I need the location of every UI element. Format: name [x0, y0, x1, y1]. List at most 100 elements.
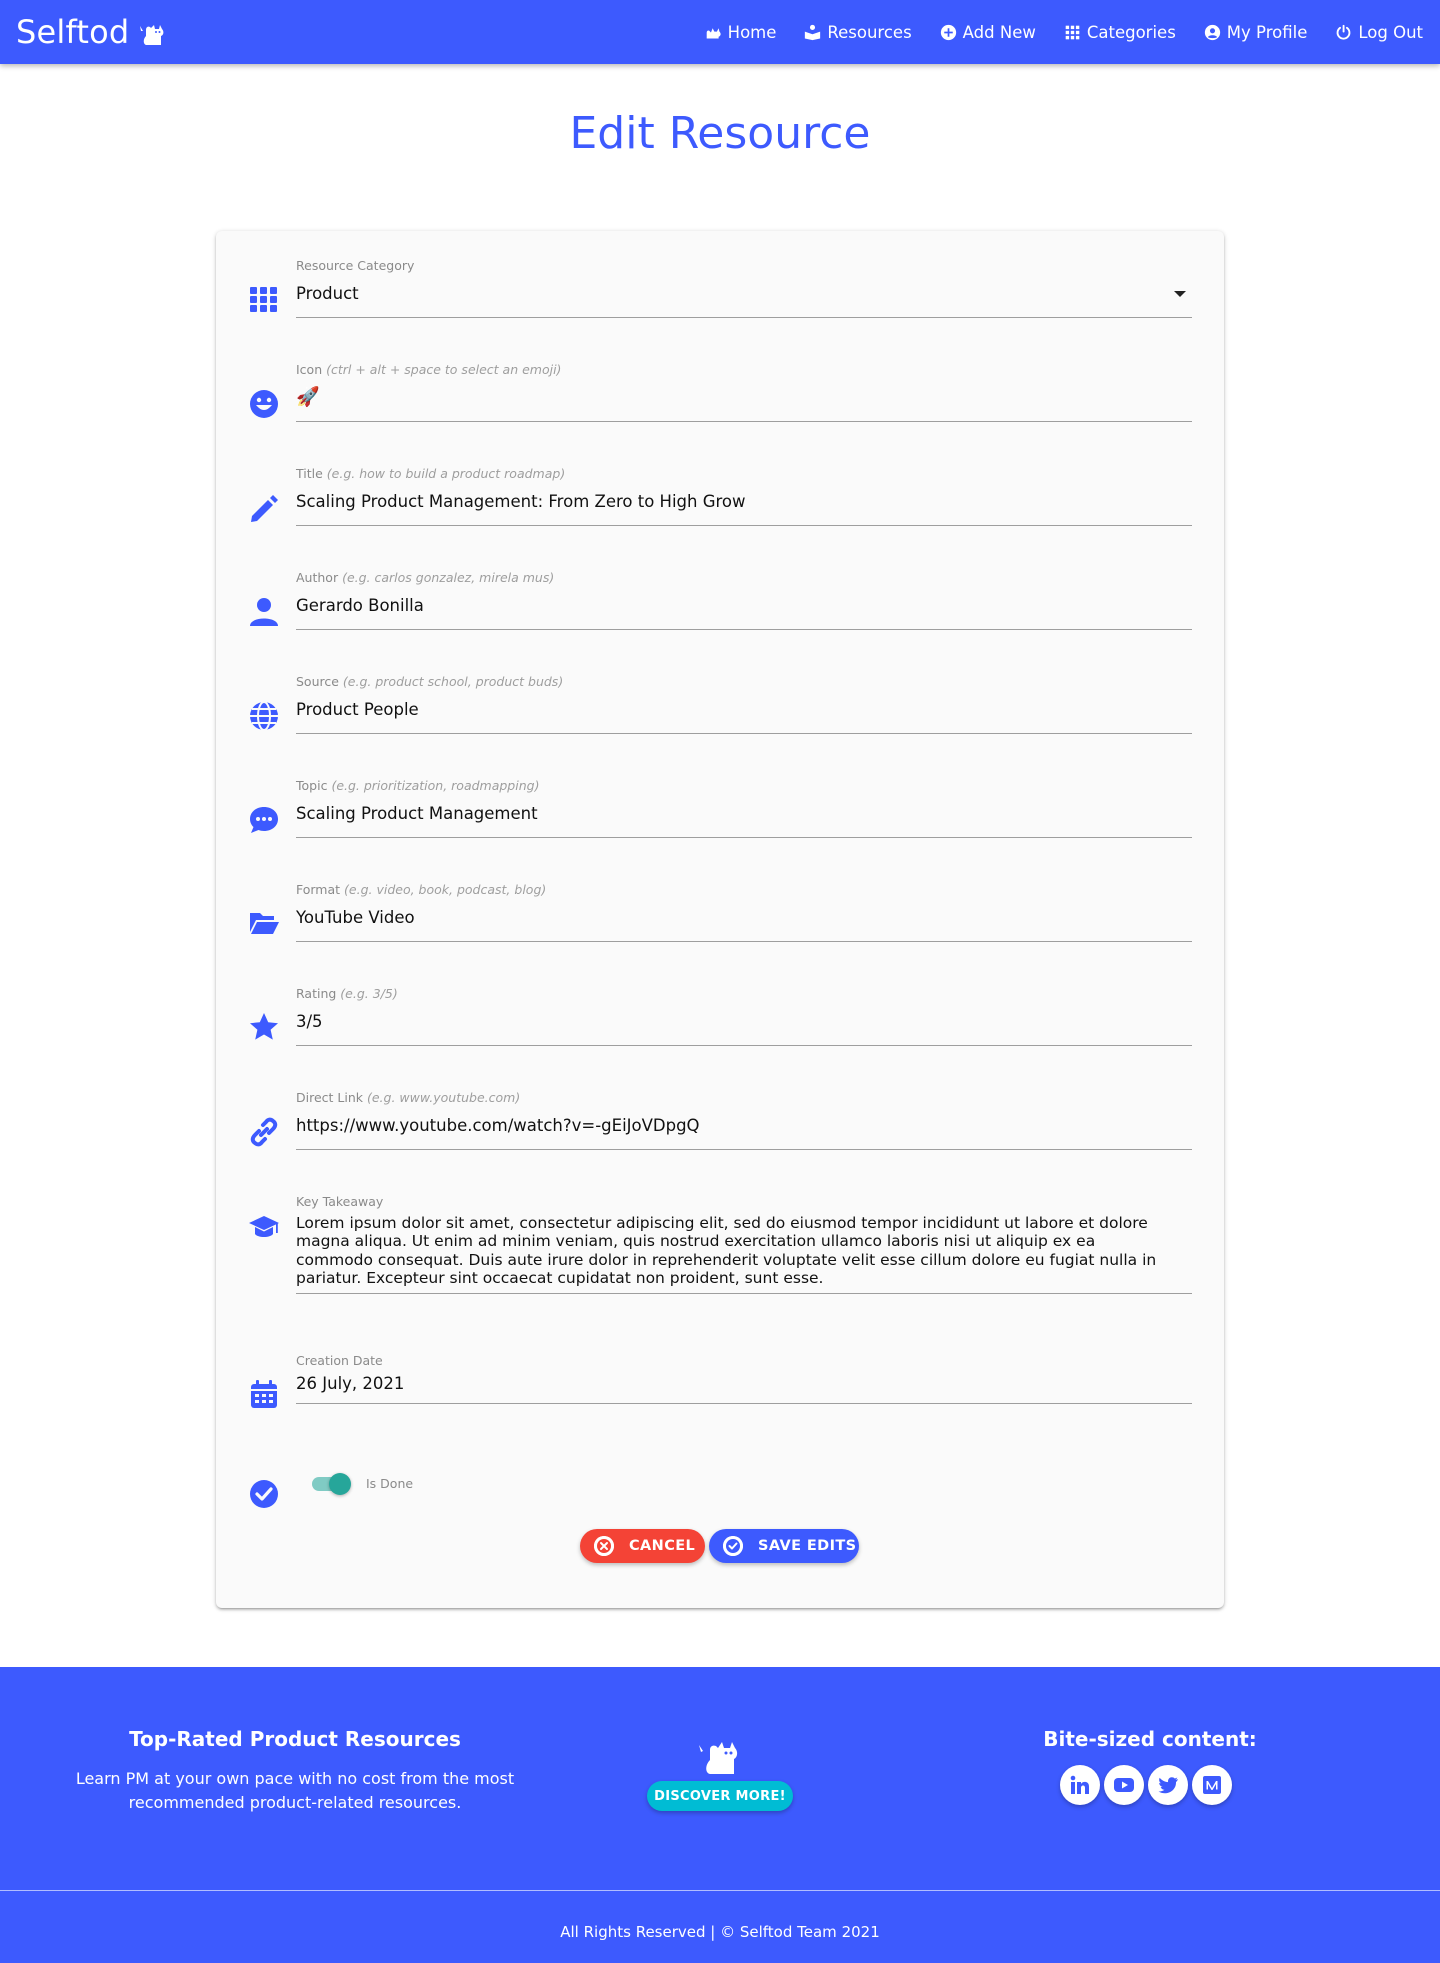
topic-field[interactable]: Topic (e.g. prioritization, roadmapping)… — [248, 778, 1192, 868]
nav-add-new[interactable]: Add New — [926, 0, 1050, 64]
title-label: Title (e.g. how to build a product roadm… — [296, 466, 566, 481]
person-icon — [248, 596, 280, 628]
category-label: Resource Category — [296, 258, 415, 273]
social-links — [1060, 1765, 1236, 1805]
nav-log-out[interactable]: Log Out — [1321, 0, 1437, 64]
source-value: Product People — [296, 700, 419, 719]
nav-home[interactable]: Home — [691, 0, 791, 64]
chat-icon — [248, 804, 280, 836]
save-edits-button-label: SAVE EDITS — [758, 1538, 857, 1554]
icon-label: Icon (ctrl + alt + space to select an em… — [296, 362, 562, 377]
smile-icon — [248, 388, 280, 420]
link-label: Direct Link (e.g. www.youtube.com) — [296, 1090, 521, 1105]
footer-about: Top-Rated Product Resources Learn PM at … — [60, 1727, 530, 1815]
social-heading: Bite-sized content: — [1043, 1727, 1257, 1751]
youtube-icon[interactable] — [1104, 1765, 1144, 1805]
save-edits-button[interactable]: SAVE EDITS — [709, 1529, 859, 1563]
icon-underline — [296, 421, 1192, 422]
link-field[interactable]: Direct Link (e.g. www.youtube.com) https… — [248, 1090, 1192, 1180]
cat-icon — [699, 1742, 738, 1774]
format-label: Format (e.g. video, book, podcast, blog) — [296, 882, 547, 897]
medium-icon[interactable] — [1192, 1765, 1232, 1805]
graduation-cap-icon — [248, 1211, 280, 1243]
category-underline — [296, 317, 1192, 318]
chevron-down-icon — [1174, 291, 1186, 297]
category-select[interactable]: Resource Category Product — [248, 258, 1192, 348]
twitter-icon[interactable] — [1148, 1765, 1188, 1805]
done-icon-wrap — [248, 1478, 282, 1512]
brand-logo[interactable]: Selftod — [16, 10, 167, 54]
takeaway-label: Key Takeaway — [296, 1194, 384, 1209]
star-icon — [248, 1011, 280, 1043]
globe-icon — [248, 700, 280, 732]
nav-home-label: Home — [727, 22, 777, 42]
source-label: Source (e.g. product school, product bud… — [296, 674, 564, 689]
title-value: Scaling Product Management: From Zero to… — [296, 492, 746, 511]
done-label: Is Done — [366, 1476, 414, 1491]
top-navbar: Selftod Home Resources Add New Categorie… — [0, 0, 1440, 64]
folder-open-icon — [248, 906, 280, 938]
cat-icon — [706, 27, 721, 38]
date-field[interactable]: Creation Date 26 July, 2021 — [248, 1353, 1192, 1443]
footer-divider — [0, 1890, 1440, 1891]
brand-name: Selftod — [16, 13, 130, 51]
footer-text: Learn PM at your own pace with no cost f… — [75, 1769, 515, 1812]
nav-links: Home Resources Add New Categories My Pro… — [691, 0, 1437, 64]
source-field[interactable]: Source (e.g. product school, product bud… — [248, 674, 1192, 764]
icon-field[interactable]: Icon (ctrl + alt + space to select an em… — [248, 362, 1192, 452]
close-circle-icon — [594, 1536, 614, 1556]
date-label: Creation Date — [296, 1353, 383, 1368]
grid-icon — [248, 283, 280, 315]
link-value: https://www.youtube.com/watch?v=-gEiJoVD… — [296, 1116, 700, 1135]
topic-label: Topic (e.g. prioritization, roadmapping) — [296, 778, 540, 793]
cancel-button-label: CANCEL — [629, 1538, 696, 1554]
author-label: Author (e.g. carlos gonzalez, mirela mus… — [296, 570, 555, 585]
nav-categories[interactable]: Categories — [1050, 0, 1190, 64]
calendar-icon — [248, 1378, 280, 1410]
footer-heading: Top-Rated Product Resources — [129, 1727, 461, 1751]
takeaway-underline — [296, 1293, 1192, 1294]
nav-my-profile-label: My Profile — [1226, 22, 1308, 42]
rating-field[interactable]: Rating (e.g. 3/5) 3/5 — [248, 986, 1192, 1076]
power-icon — [1336, 24, 1351, 40]
format-field[interactable]: Format (e.g. video, book, podcast, blog)… — [248, 882, 1192, 972]
account-circle-icon — [1204, 24, 1220, 40]
cat-icon — [140, 25, 164, 45]
footer: Top-Rated Product Resources Learn PM at … — [0, 1667, 1440, 1963]
add-circle-icon — [940, 24, 956, 40]
reading-icon — [805, 24, 821, 40]
source-underline — [296, 733, 1192, 734]
discover-more-button[interactable]: DISCOVER MORE! — [647, 1781, 793, 1811]
nav-resources-label: Resources — [827, 22, 912, 42]
done-toggle-knob[interactable] — [329, 1473, 351, 1495]
takeaway-field[interactable]: Key Takeaway Lorem ipsum dolor sit amet,… — [248, 1194, 1192, 1314]
link-icon — [248, 1116, 280, 1148]
title-field[interactable]: Title (e.g. how to build a product roadm… — [248, 466, 1192, 556]
nav-log-out-label: Log Out — [1358, 22, 1423, 42]
page-title: Edit Resource — [569, 108, 871, 159]
format-value: YouTube Video — [296, 908, 415, 927]
check-circle-icon — [248, 1478, 280, 1510]
copyright: All Rights Reserved | © Selftod Team 202… — [560, 1923, 880, 1941]
footer-social: Bite-sized content: — [1000, 1727, 1300, 1751]
icon-value: 🚀 — [296, 386, 320, 408]
nav-resources[interactable]: Resources — [790, 0, 925, 64]
date-value: 26 July, 2021 — [296, 1374, 405, 1393]
edit-resource-form: Resource Category Product Icon (ctrl + a… — [216, 231, 1224, 1608]
nav-add-new-label: Add New — [962, 22, 1036, 42]
author-value: Gerardo Bonilla — [296, 596, 424, 615]
nav-categories-label: Categories — [1086, 22, 1176, 42]
topic-underline — [296, 837, 1192, 838]
pencil-icon — [248, 492, 280, 524]
linkedin-icon[interactable] — [1060, 1765, 1100, 1805]
rating-value: 3/5 — [296, 1012, 323, 1031]
author-field[interactable]: Author (e.g. carlos gonzalez, mirela mus… — [248, 570, 1192, 660]
title-underline — [296, 525, 1192, 526]
topic-value: Scaling Product Management — [296, 804, 538, 823]
nav-my-profile[interactable]: My Profile — [1190, 0, 1322, 64]
cancel-button[interactable]: CANCEL — [580, 1529, 705, 1563]
rating-label: Rating (e.g. 3/5) — [296, 986, 398, 1001]
date-underline — [296, 1403, 1192, 1404]
format-underline — [296, 941, 1192, 942]
category-value: Product — [296, 284, 359, 303]
